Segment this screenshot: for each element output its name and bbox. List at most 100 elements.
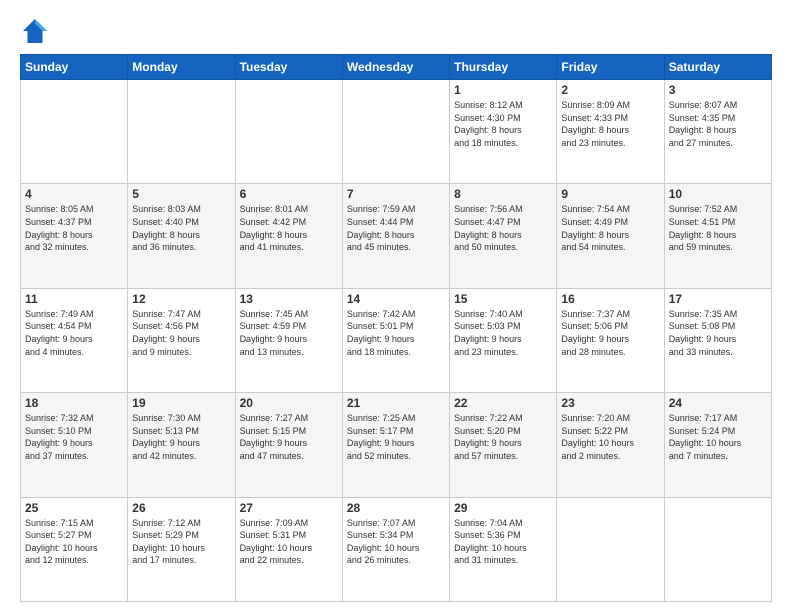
day-number: 14 (347, 292, 445, 306)
day-number: 21 (347, 396, 445, 410)
day-info: Sunrise: 7:32 AM Sunset: 5:10 PM Dayligh… (25, 412, 123, 462)
day-info: Sunrise: 7:17 AM Sunset: 5:24 PM Dayligh… (669, 412, 767, 462)
day-number: 13 (240, 292, 338, 306)
calendar-cell: 2 Sunrise: 8:09 AM Sunset: 4:33 PM Daylig… (557, 80, 664, 184)
calendar-cell: 26 Sunrise: 7:12 AM Sunset: 5:29 PM Dayli… (128, 497, 235, 601)
week-row-5: 25 Sunrise: 7:15 AM Sunset: 5:27 PM Dayli… (21, 497, 772, 601)
day-number: 19 (132, 396, 230, 410)
calendar-cell (342, 80, 449, 184)
header-area (20, 16, 772, 46)
day-number: 17 (669, 292, 767, 306)
day-info: Sunrise: 7:07 AM Sunset: 5:34 PM Dayligh… (347, 517, 445, 567)
day-info: Sunrise: 8:05 AM Sunset: 4:37 PM Dayligh… (25, 203, 123, 253)
calendar-cell: 12 Sunrise: 7:47 AM Sunset: 4:56 PM Dayli… (128, 288, 235, 392)
day-info: Sunrise: 7:09 AM Sunset: 5:31 PM Dayligh… (240, 517, 338, 567)
calendar-cell (21, 80, 128, 184)
calendar-cell: 27 Sunrise: 7:09 AM Sunset: 5:31 PM Dayli… (235, 497, 342, 601)
day-number: 29 (454, 501, 552, 515)
calendar-cell: 21Sunrise: 7:25 AM Sunset: 5:17 PM Dayli… (342, 393, 449, 497)
calendar-cell: 24 Sunrise: 7:17 AM Sunset: 5:24 PM Dayli… (664, 393, 771, 497)
day-info: Sunrise: 7:35 AM Sunset: 5:08 PM Dayligh… (669, 308, 767, 358)
day-number: 12 (132, 292, 230, 306)
header-monday: Monday (128, 55, 235, 80)
day-info: Sunrise: 8:01 AM Sunset: 4:42 PM Dayligh… (240, 203, 338, 253)
header-sunday: Sunday (21, 55, 128, 80)
page: SundayMondayTuesdayWednesdayThursdayFrid… (0, 0, 792, 612)
day-info: Sunrise: 7:30 AM Sunset: 5:13 PM Dayligh… (132, 412, 230, 462)
logo (20, 16, 54, 46)
calendar-cell: 15 Sunrise: 7:40 AM Sunset: 5:03 PM Dayli… (450, 288, 557, 392)
day-number: 22 (454, 396, 552, 410)
calendar-cell: 10 Sunrise: 7:52 AM Sunset: 4:51 PM Dayli… (664, 184, 771, 288)
day-info: Sunrise: 7:27 AM Sunset: 5:15 PM Dayligh… (240, 412, 338, 462)
day-info: Sunrise: 7:22 AM Sunset: 5:20 PM Dayligh… (454, 412, 552, 462)
header-saturday: Saturday (664, 55, 771, 80)
week-row-2: 4 Sunrise: 8:05 AM Sunset: 4:37 PM Daylig… (21, 184, 772, 288)
day-number: 28 (347, 501, 445, 515)
day-info: Sunrise: 7:47 AM Sunset: 4:56 PM Dayligh… (132, 308, 230, 358)
calendar-cell (557, 497, 664, 601)
day-number: 10 (669, 187, 767, 201)
logo-icon (20, 16, 50, 46)
calendar-cell: 6Sunrise: 8:01 AM Sunset: 4:42 PM Daylig… (235, 184, 342, 288)
day-info: Sunrise: 7:40 AM Sunset: 5:03 PM Dayligh… (454, 308, 552, 358)
day-number: 23 (561, 396, 659, 410)
header-tuesday: Tuesday (235, 55, 342, 80)
day-number: 24 (669, 396, 767, 410)
calendar-cell: 22 Sunrise: 7:22 AM Sunset: 5:20 PM Dayli… (450, 393, 557, 497)
day-number: 1 (454, 83, 552, 97)
day-number: 25 (25, 501, 123, 515)
calendar-cell: 29 Sunrise: 7:04 AM Sunset: 5:36 PM Dayli… (450, 497, 557, 601)
day-number: 2 (561, 83, 659, 97)
day-number: 18 (25, 396, 123, 410)
day-number: 9 (561, 187, 659, 201)
day-info: Sunrise: 7:15 AM Sunset: 5:27 PM Dayligh… (25, 517, 123, 567)
calendar-cell: 5 Sunrise: 8:03 AM Sunset: 4:40 PM Daylig… (128, 184, 235, 288)
calendar-cell: 7Sunrise: 7:59 AM Sunset: 4:44 PM Daylig… (342, 184, 449, 288)
calendar-cell (235, 80, 342, 184)
week-row-3: 11 Sunrise: 7:49 AM Sunset: 4:54 PM Dayli… (21, 288, 772, 392)
day-info: Sunrise: 7:49 AM Sunset: 4:54 PM Dayligh… (25, 308, 123, 358)
day-info: Sunrise: 7:04 AM Sunset: 5:36 PM Dayligh… (454, 517, 552, 567)
day-number: 7 (347, 187, 445, 201)
day-number: 27 (240, 501, 338, 515)
header-friday: Friday (557, 55, 664, 80)
calendar-cell: 11 Sunrise: 7:49 AM Sunset: 4:54 PM Dayli… (21, 288, 128, 392)
day-number: 15 (454, 292, 552, 306)
day-info: Sunrise: 7:45 AM Sunset: 4:59 PM Dayligh… (240, 308, 338, 358)
day-number: 11 (25, 292, 123, 306)
calendar-cell: 9 Sunrise: 7:54 AM Sunset: 4:49 PM Daylig… (557, 184, 664, 288)
calendar-cell: 23 Sunrise: 7:20 AM Sunset: 5:22 PM Dayli… (557, 393, 664, 497)
day-info: Sunrise: 7:52 AM Sunset: 4:51 PM Dayligh… (669, 203, 767, 253)
calendar: SundayMondayTuesdayWednesdayThursdayFrid… (20, 54, 772, 602)
day-info: Sunrise: 7:42 AM Sunset: 5:01 PM Dayligh… (347, 308, 445, 358)
calendar-cell: 16 Sunrise: 7:37 AM Sunset: 5:06 PM Dayli… (557, 288, 664, 392)
calendar-cell: 1 Sunrise: 8:12 AM Sunset: 4:30 PM Daylig… (450, 80, 557, 184)
day-number: 5 (132, 187, 230, 201)
day-info: Sunrise: 8:12 AM Sunset: 4:30 PM Dayligh… (454, 99, 552, 149)
day-number: 3 (669, 83, 767, 97)
calendar-cell: 14 Sunrise: 7:42 AM Sunset: 5:01 PM Dayli… (342, 288, 449, 392)
day-info: Sunrise: 7:12 AM Sunset: 5:29 PM Dayligh… (132, 517, 230, 567)
header-wednesday: Wednesday (342, 55, 449, 80)
calendar-cell: 8Sunrise: 7:56 AM Sunset: 4:47 PM Daylig… (450, 184, 557, 288)
day-info: Sunrise: 7:20 AM Sunset: 5:22 PM Dayligh… (561, 412, 659, 462)
day-number: 26 (132, 501, 230, 515)
calendar-cell: 25 Sunrise: 7:15 AM Sunset: 5:27 PM Dayli… (21, 497, 128, 601)
header-thursday: Thursday (450, 55, 557, 80)
calendar-cell: 3 Sunrise: 8:07 AM Sunset: 4:35 PM Daylig… (664, 80, 771, 184)
day-number: 16 (561, 292, 659, 306)
day-info: Sunrise: 7:37 AM Sunset: 5:06 PM Dayligh… (561, 308, 659, 358)
day-info: Sunrise: 8:09 AM Sunset: 4:33 PM Dayligh… (561, 99, 659, 149)
day-info: Sunrise: 8:07 AM Sunset: 4:35 PM Dayligh… (669, 99, 767, 149)
calendar-cell: 17 Sunrise: 7:35 AM Sunset: 5:08 PM Dayli… (664, 288, 771, 392)
day-number: 4 (25, 187, 123, 201)
day-info: Sunrise: 7:54 AM Sunset: 4:49 PM Dayligh… (561, 203, 659, 253)
calendar-cell: 20Sunrise: 7:27 AM Sunset: 5:15 PM Dayli… (235, 393, 342, 497)
calendar-cell (664, 497, 771, 601)
week-row-1: 1 Sunrise: 8:12 AM Sunset: 4:30 PM Daylig… (21, 80, 772, 184)
week-row-4: 18 Sunrise: 7:32 AM Sunset: 5:10 PM Dayli… (21, 393, 772, 497)
calendar-cell: 4 Sunrise: 8:05 AM Sunset: 4:37 PM Daylig… (21, 184, 128, 288)
calendar-cell: 13 Sunrise: 7:45 AM Sunset: 4:59 PM Dayli… (235, 288, 342, 392)
day-info: Sunrise: 8:03 AM Sunset: 4:40 PM Dayligh… (132, 203, 230, 253)
